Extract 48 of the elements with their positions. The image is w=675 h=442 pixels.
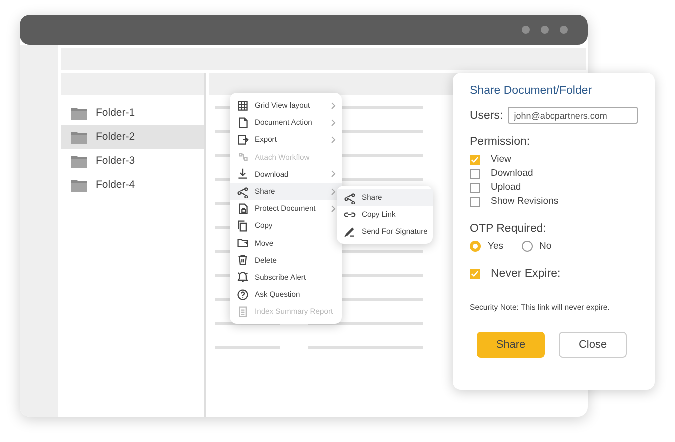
- trash-icon: [237, 254, 249, 266]
- folder-item[interactable]: Folder-1: [61, 101, 204, 125]
- document-icon: [237, 116, 249, 129]
- grid-icon: [237, 100, 249, 112]
- pen-icon: [344, 226, 356, 238]
- folder-icon: [71, 154, 87, 168]
- radio-label: No: [540, 241, 552, 252]
- window-control-icon[interactable]: [541, 26, 549, 34]
- window-control-icon[interactable]: [560, 26, 568, 34]
- folder-item[interactable]: Folder-4: [61, 173, 204, 197]
- document-lock-icon: [237, 202, 249, 215]
- export-icon: [237, 134, 249, 146]
- checkbox[interactable]: [470, 269, 480, 279]
- checkbox-label: Download: [491, 168, 534, 179]
- share-icon: [344, 192, 356, 204]
- checkbox[interactable]: [470, 182, 480, 192]
- bell-icon: [237, 271, 249, 284]
- folder-icon: [71, 106, 87, 120]
- folder-icon: [71, 130, 87, 144]
- chevron-icon: [331, 170, 336, 178]
- radio-button[interactable]: [470, 241, 481, 252]
- folder-icon: [237, 237, 249, 250]
- report-icon: [237, 306, 249, 318]
- close-button[interactable]: Close: [559, 332, 627, 358]
- checkbox-label: Upload: [491, 182, 522, 193]
- copy-icon: [237, 220, 249, 232]
- window-control-icon[interactable]: [522, 26, 530, 34]
- checkbox[interactable]: [470, 196, 480, 206]
- checkbox-label: Never Expire:: [491, 268, 561, 280]
- checkbox-label: View: [491, 154, 512, 165]
- users-label: Users:: [470, 110, 504, 122]
- radio-label: Yes: [488, 241, 504, 252]
- share-button[interactable]: Share: [477, 332, 545, 358]
- otp-label: OTP Required:: [470, 223, 548, 235]
- permission-label: Permission:: [470, 136, 532, 148]
- workflow-icon: [237, 151, 249, 164]
- checkbox-label: Show Revisions: [491, 196, 559, 207]
- folder-item[interactable]: Folder-2: [61, 125, 204, 149]
- folder-item[interactable]: Folder-3: [61, 149, 204, 173]
- checkbox[interactable]: [470, 168, 480, 178]
- share-icon: [237, 186, 249, 198]
- dialog-title: Share Document/Folder: [470, 85, 594, 97]
- radio-button[interactable]: [522, 241, 532, 252]
- folder-icon: [71, 178, 87, 192]
- question-icon: [237, 288, 249, 301]
- download-icon: [237, 168, 249, 180]
- checkbox[interactable]: [470, 154, 480, 164]
- users-field[interactable]: john@abcpartners.com: [508, 107, 638, 124]
